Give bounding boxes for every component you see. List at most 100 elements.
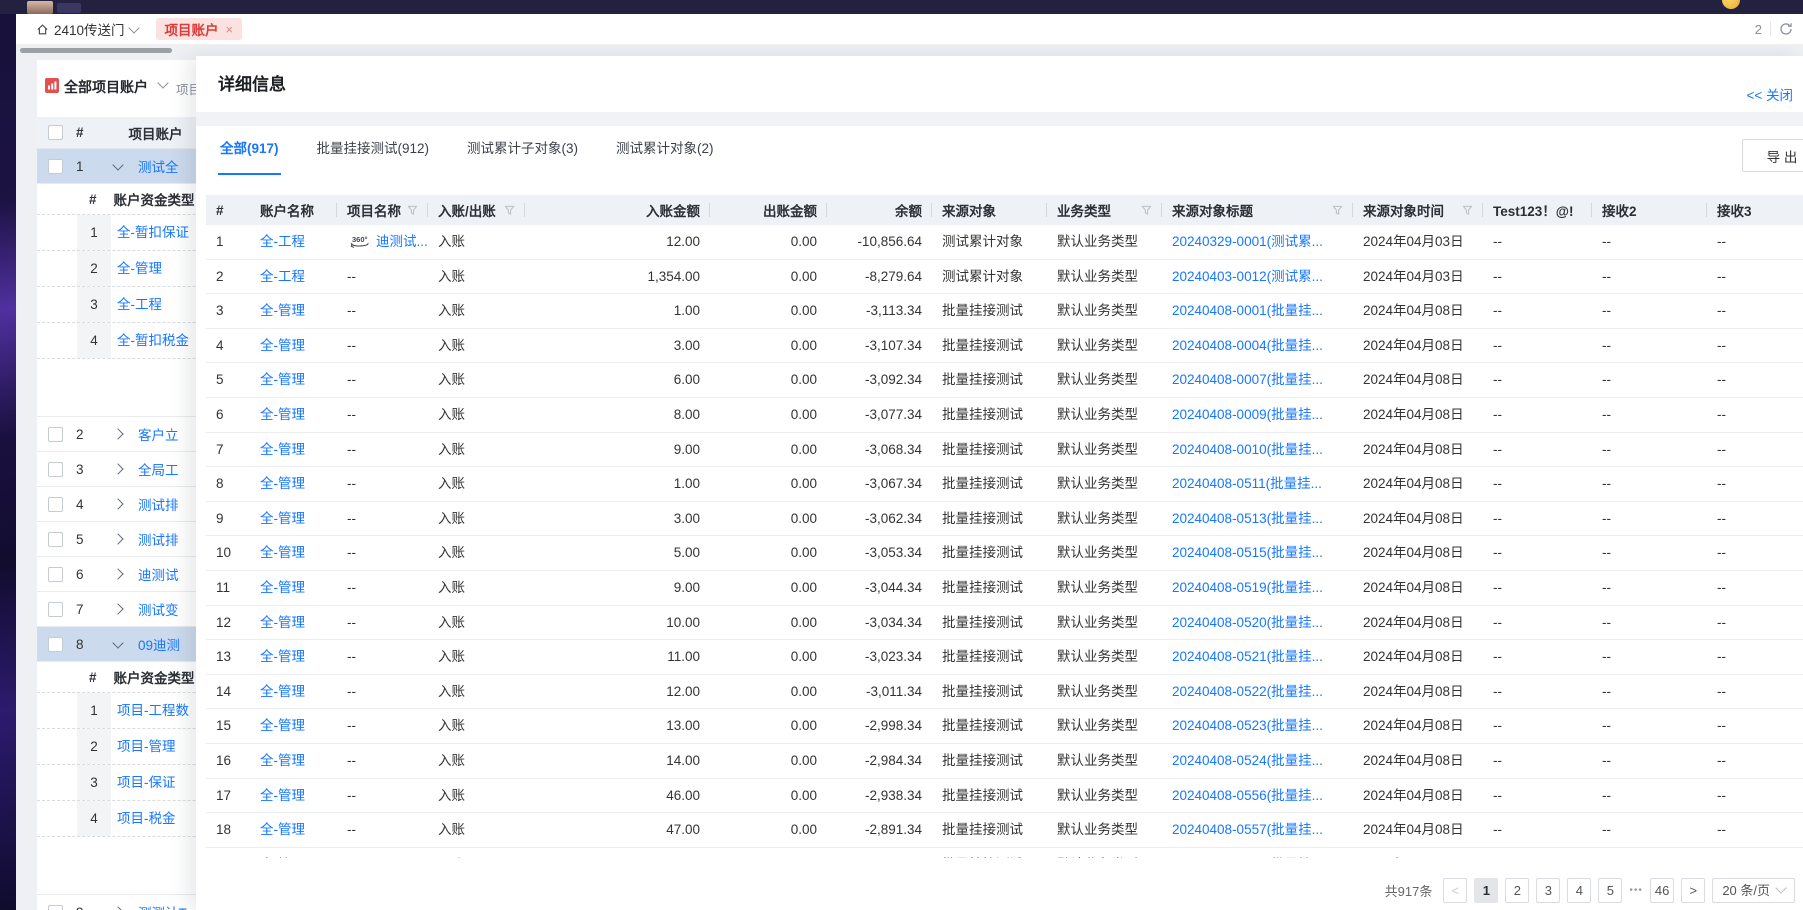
source_title-link[interactable]: 20240408-0522(批量挂...	[1172, 684, 1323, 699]
source_title-link[interactable]: 20240408-0010(批量挂...	[1172, 442, 1323, 457]
tab-测试累计对象(2)[interactable]: 测试累计对象(2)	[614, 126, 716, 173]
account-link[interactable]: 测试全	[138, 156, 179, 176]
account-link[interactable]: 全-工程	[260, 234, 305, 249]
account-link[interactable]: 客户立	[138, 424, 179, 444]
cell-source_title[interactable]: 20240408-0523(批量挂...	[1162, 709, 1353, 743]
row-checkbox[interactable]	[48, 159, 63, 174]
account-link[interactable]: 全-管理	[260, 718, 305, 733]
filter-icon[interactable]	[401, 205, 418, 216]
cell-account[interactable]: 全-管理	[250, 744, 337, 778]
account-link[interactable]: 全-管理	[260, 822, 305, 837]
account-link[interactable]: 测试变	[138, 599, 179, 619]
cell-source_title[interactable]: 20240408-0513(批量挂...	[1162, 502, 1353, 536]
cell-source_title[interactable]: 20240408-0524(批量挂...	[1162, 744, 1353, 778]
cell-account[interactable]: 全-管理	[250, 502, 337, 536]
cell-source_title[interactable]: 20240403-0012(测试累...	[1162, 260, 1353, 294]
tab-project-account[interactable]: 项目账户 ×	[156, 18, 243, 40]
cell-account[interactable]: 全-管理	[250, 709, 337, 743]
row-checkbox[interactable]	[48, 462, 63, 477]
source_title-link[interactable]: 20240408-0007(批量挂...	[1172, 372, 1323, 387]
tab-测试累计子对象(3)[interactable]: 测试累计子对象(3)	[465, 126, 580, 173]
source_title-link[interactable]: 20240408-0004(批量挂...	[1172, 338, 1323, 353]
chevron-right-icon[interactable]	[112, 533, 123, 544]
page-button-2[interactable]: 2	[1505, 878, 1529, 903]
cell-source_title[interactable]: 20240408-0522(批量挂...	[1162, 675, 1353, 709]
cell-account[interactable]: 全-管理	[250, 779, 337, 813]
home-tab[interactable]: 2410传送门	[36, 19, 138, 39]
cell-source_title[interactable]: 20240408-0520(批量挂...	[1162, 606, 1353, 640]
fund-type-link[interactable]: 全-暂扣保证	[117, 215, 189, 250]
close-panel-link[interactable]: << 关闭	[1746, 84, 1793, 104]
cell-project[interactable]: 360°迪测试...	[337, 225, 428, 259]
account-link[interactable]: 09迪测	[138, 634, 180, 654]
cell-source_title[interactable]: 20240408-0010(批量挂...	[1162, 433, 1353, 467]
page-button-1[interactable]: 1	[1474, 878, 1498, 903]
account-link[interactable]: 全-管理	[260, 407, 305, 422]
row-checkbox[interactable]	[48, 532, 63, 547]
source_title-link[interactable]: 20240408-0001(批量挂...	[1172, 303, 1323, 318]
page-size-select[interactable]: 20 条/页	[1712, 878, 1795, 903]
close-tab-icon[interactable]: ×	[226, 22, 234, 37]
source_title-link[interactable]: 20240408-0513(批量挂...	[1172, 511, 1323, 526]
project-link[interactable]: 迪测试...	[376, 234, 428, 249]
account-link[interactable]: 全-管理	[260, 338, 305, 353]
coin-icon[interactable]	[1722, 0, 1740, 9]
account-link[interactable]: 全-管理	[260, 753, 305, 768]
source_title-link[interactable]: 20240408-0515(批量挂...	[1172, 545, 1323, 560]
account-link[interactable]: 全-管理	[260, 372, 305, 387]
cell-source_title[interactable]: 20240408-0004(批量挂...	[1162, 329, 1353, 363]
filter-icon[interactable]	[1326, 205, 1343, 216]
source_title-link[interactable]: 20240329-0001(测试累...	[1172, 234, 1323, 249]
horizontal-scrollbar-thumb[interactable]	[20, 48, 172, 53]
chevron-right-icon[interactable]	[112, 498, 123, 509]
cell-account[interactable]: 全-管理	[250, 536, 337, 570]
page-button-5[interactable]: 5	[1598, 878, 1622, 903]
chevron-down-icon[interactable]	[112, 637, 123, 648]
page-button-3[interactable]: 3	[1536, 878, 1560, 903]
cell-account[interactable]: 全-管理	[250, 398, 337, 432]
account-link[interactable]: 全-管理	[260, 476, 305, 491]
source_title-link[interactable]: 20240408-0556(批量挂...	[1172, 788, 1323, 803]
cell-source_title[interactable]: 20240408-0558(批量挂...	[1162, 848, 1353, 858]
fund-type-link[interactable]: 项目-工程数	[117, 693, 189, 728]
account-link[interactable]: 测试排	[138, 494, 179, 514]
row-checkbox[interactable]	[48, 427, 63, 442]
account-link[interactable]: 全-管理	[260, 615, 305, 630]
cell-account[interactable]: 全-管理	[250, 848, 337, 858]
account-link[interactable]: 全-管理	[260, 580, 305, 595]
next-page-button[interactable]: >	[1681, 878, 1705, 903]
account-link[interactable]: 测测计T	[138, 902, 187, 910]
chevron-right-icon[interactable]	[112, 428, 123, 439]
cell-source_title[interactable]: 20240408-0557(批量挂...	[1162, 813, 1353, 847]
cell-account[interactable]: 全-管理	[250, 433, 337, 467]
fund-type-link[interactable]: 全-工程	[117, 287, 162, 322]
fund-type-link[interactable]: 项目-管理	[117, 729, 176, 764]
fund-type-link[interactable]: 项目-保证	[117, 765, 176, 800]
account-link[interactable]: 全-管理	[260, 649, 305, 664]
fund-type-link[interactable]: 全-管理	[117, 251, 162, 286]
account-link[interactable]: 全-管理	[260, 857, 305, 858]
cell-source_title[interactable]: 20240408-0515(批量挂...	[1162, 536, 1353, 570]
source_title-link[interactable]: 20240408-0524(批量挂...	[1172, 753, 1323, 768]
cell-source_title[interactable]: 20240408-0007(批量挂...	[1162, 363, 1353, 397]
cell-account[interactable]: 全-管理	[250, 294, 337, 328]
source_title-link[interactable]: 20240408-0519(批量挂...	[1172, 580, 1323, 595]
refresh-icon[interactable]	[1779, 22, 1793, 36]
account-link[interactable]: 迪测试	[138, 564, 179, 584]
fund-type-link[interactable]: 全-暂扣税金	[117, 323, 189, 358]
chevron-right-icon[interactable]	[112, 463, 123, 474]
cell-source_title[interactable]: 20240408-0001(批量挂...	[1162, 294, 1353, 328]
tab-批量挂接测试(912)[interactable]: 批量挂接测试(912)	[315, 126, 432, 173]
cell-account[interactable]: 全-管理	[250, 363, 337, 397]
account-link[interactable]: 全-管理	[260, 303, 305, 318]
chevron-down-icon[interactable]	[157, 77, 168, 88]
cell-account[interactable]: 全-工程	[250, 225, 337, 259]
tab-全部(917)[interactable]: 全部(917)	[218, 126, 281, 175]
source_title-link[interactable]: 20240408-0009(批量挂...	[1172, 407, 1323, 422]
row-checkbox[interactable]	[48, 637, 63, 652]
source_title-link[interactable]: 20240408-0511(批量挂...	[1172, 476, 1322, 491]
page-button-4[interactable]: 4	[1567, 878, 1591, 903]
export-button[interactable]: 导 出	[1742, 139, 1803, 172]
account-link[interactable]: 测试排	[138, 529, 179, 549]
chevron-down-icon[interactable]	[112, 159, 123, 170]
